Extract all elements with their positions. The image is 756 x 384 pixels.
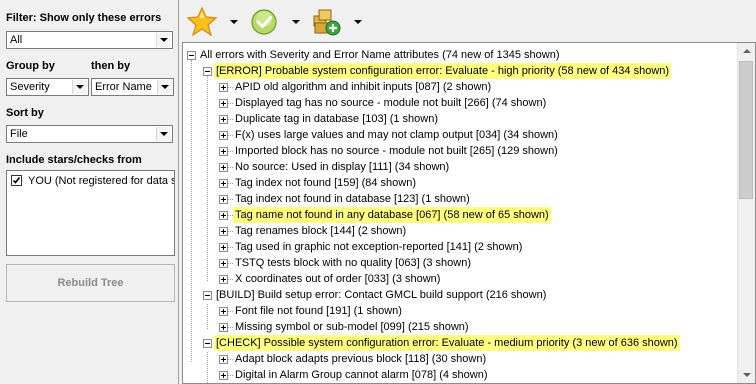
error-tree[interactable]: All errors with Severity and Error Name … <box>182 42 756 384</box>
stars-checks-label: Include stars/checks from <box>6 154 142 166</box>
package-add-icon[interactable] <box>310 6 344 38</box>
sort-by-select-value: File <box>10 128 28 140</box>
expand-icon[interactable] <box>219 163 228 172</box>
star-icon[interactable] <box>186 6 220 38</box>
tree-connector <box>207 76 208 281</box>
expand-icon[interactable] <box>219 99 228 108</box>
tree-item-label: Font file not found [191] (1 shown) <box>235 305 402 317</box>
tree-item-label: Displayed tag has no source - module not… <box>235 97 547 109</box>
then-by-select-value: Error Name <box>95 81 152 93</box>
group-by-select-value: Severity <box>10 81 50 93</box>
expand-icon[interactable] <box>219 147 228 156</box>
then-by-label: then by <box>91 60 131 72</box>
chevron-down-icon[interactable] <box>156 33 171 47</box>
expand-icon[interactable] <box>219 115 228 124</box>
filter-select[interactable]: All <box>6 31 173 49</box>
tree-group-label: [CHECK] Possible system configuration er… <box>214 335 680 351</box>
sort-by-label: Sort by <box>6 107 44 119</box>
package-dropdown-icon[interactable] <box>354 20 362 25</box>
scroll-down-icon[interactable] <box>738 366 755 383</box>
then-by-select[interactable]: Error Name <box>91 78 174 96</box>
checkmark-icon <box>12 177 21 184</box>
toolbar <box>180 0 756 42</box>
collapse-icon[interactable] <box>203 67 212 76</box>
sort-by-select[interactable]: File <box>6 125 173 143</box>
tree-item-label: Imported block has no source - module no… <box>235 145 558 157</box>
tree-item-label: Tag name not found in any database [067]… <box>233 207 551 223</box>
expand-icon[interactable] <box>219 275 228 284</box>
tree-connector <box>207 352 208 383</box>
tree-item-label: X coordinates out of order [033] (3 show… <box>235 273 441 285</box>
stars-checkbox[interactable] <box>11 175 22 186</box>
tree-item-label: Tag renames block [144] (2 shown) <box>235 225 407 237</box>
tree-item-label: Tag index not found in database [123] (1… <box>235 193 470 205</box>
tree-item-label: Tag index not found [159] (84 shown) <box>235 177 417 189</box>
chevron-down-icon[interactable] <box>157 80 172 94</box>
expand-icon[interactable] <box>219 243 228 252</box>
expand-icon[interactable] <box>219 355 228 364</box>
expand-icon[interactable] <box>219 307 228 316</box>
tree-item-label: Adapt block adapts previous block [118] … <box>235 353 487 365</box>
tree-item-label: Digital in Alarm Group cannot alarm [078… <box>235 369 488 381</box>
tree-connector <box>207 304 208 329</box>
stars-source-label: YOU (Not registered for data sha <box>28 175 175 187</box>
tree-group-label: [BUILD] Build setup error: Contact GMCL … <box>216 289 547 301</box>
collapse-icon[interactable] <box>203 339 212 348</box>
star-dropdown-icon[interactable] <box>230 20 238 25</box>
chevron-down-icon[interactable] <box>156 127 171 141</box>
tree-item-label: No source: Used in display [111] (34 sho… <box>235 161 450 173</box>
rebuild-tree-button[interactable]: Rebuild Tree <box>6 264 175 302</box>
tree-group-label: [ERROR] Probable system configuration er… <box>214 63 672 79</box>
tree-item-label: Missing symbol or sub-model [099] (215 s… <box>235 321 469 333</box>
check-dropdown-icon[interactable] <box>292 20 300 25</box>
filter-select-value: All <box>10 34 23 46</box>
expand-icon[interactable] <box>219 195 228 204</box>
expand-icon[interactable] <box>219 323 228 332</box>
expand-icon[interactable] <box>219 83 228 92</box>
expand-icon[interactable] <box>219 131 228 140</box>
tree-item-label: TSTQ tests block with no quality [063] (… <box>235 257 471 269</box>
check-circle-icon[interactable] <box>248 6 282 38</box>
tree-item-label: Duplicate tag in database [103] (1 shown… <box>235 113 439 125</box>
filter-label: Filter: Show only these errors <box>6 12 162 24</box>
stars-checks-list[interactable]: YOU (Not registered for data sha <box>6 170 175 256</box>
expand-icon[interactable] <box>219 179 228 188</box>
tree-root-label: All errors with Severity and Error Name … <box>200 49 560 61</box>
scroll-up-icon[interactable] <box>738 43 755 60</box>
tree-item-label: Tag used in graphic not exception-report… <box>235 241 523 253</box>
tree-connector <box>191 60 192 362</box>
group-by-label: Group by <box>6 60 55 72</box>
expand-icon[interactable] <box>219 211 228 220</box>
filter-panel: Filter: Show only these errors All Group… <box>0 0 179 384</box>
expand-icon[interactable] <box>219 227 228 236</box>
group-by-select[interactable]: Severity <box>6 78 89 96</box>
collapse-icon[interactable] <box>203 291 212 300</box>
chevron-down-icon[interactable] <box>72 80 87 94</box>
expand-icon[interactable] <box>219 371 228 380</box>
expand-icon[interactable] <box>219 259 228 268</box>
vertical-scrollbar[interactable] <box>737 43 755 383</box>
tree-item-label: APID old algorithm and inhibit inputs [0… <box>235 81 492 93</box>
collapse-icon[interactable] <box>187 51 196 60</box>
scrollbar-thumb[interactable] <box>739 61 753 199</box>
tree-item-label: F(x) uses large values and may not clamp… <box>235 129 558 141</box>
